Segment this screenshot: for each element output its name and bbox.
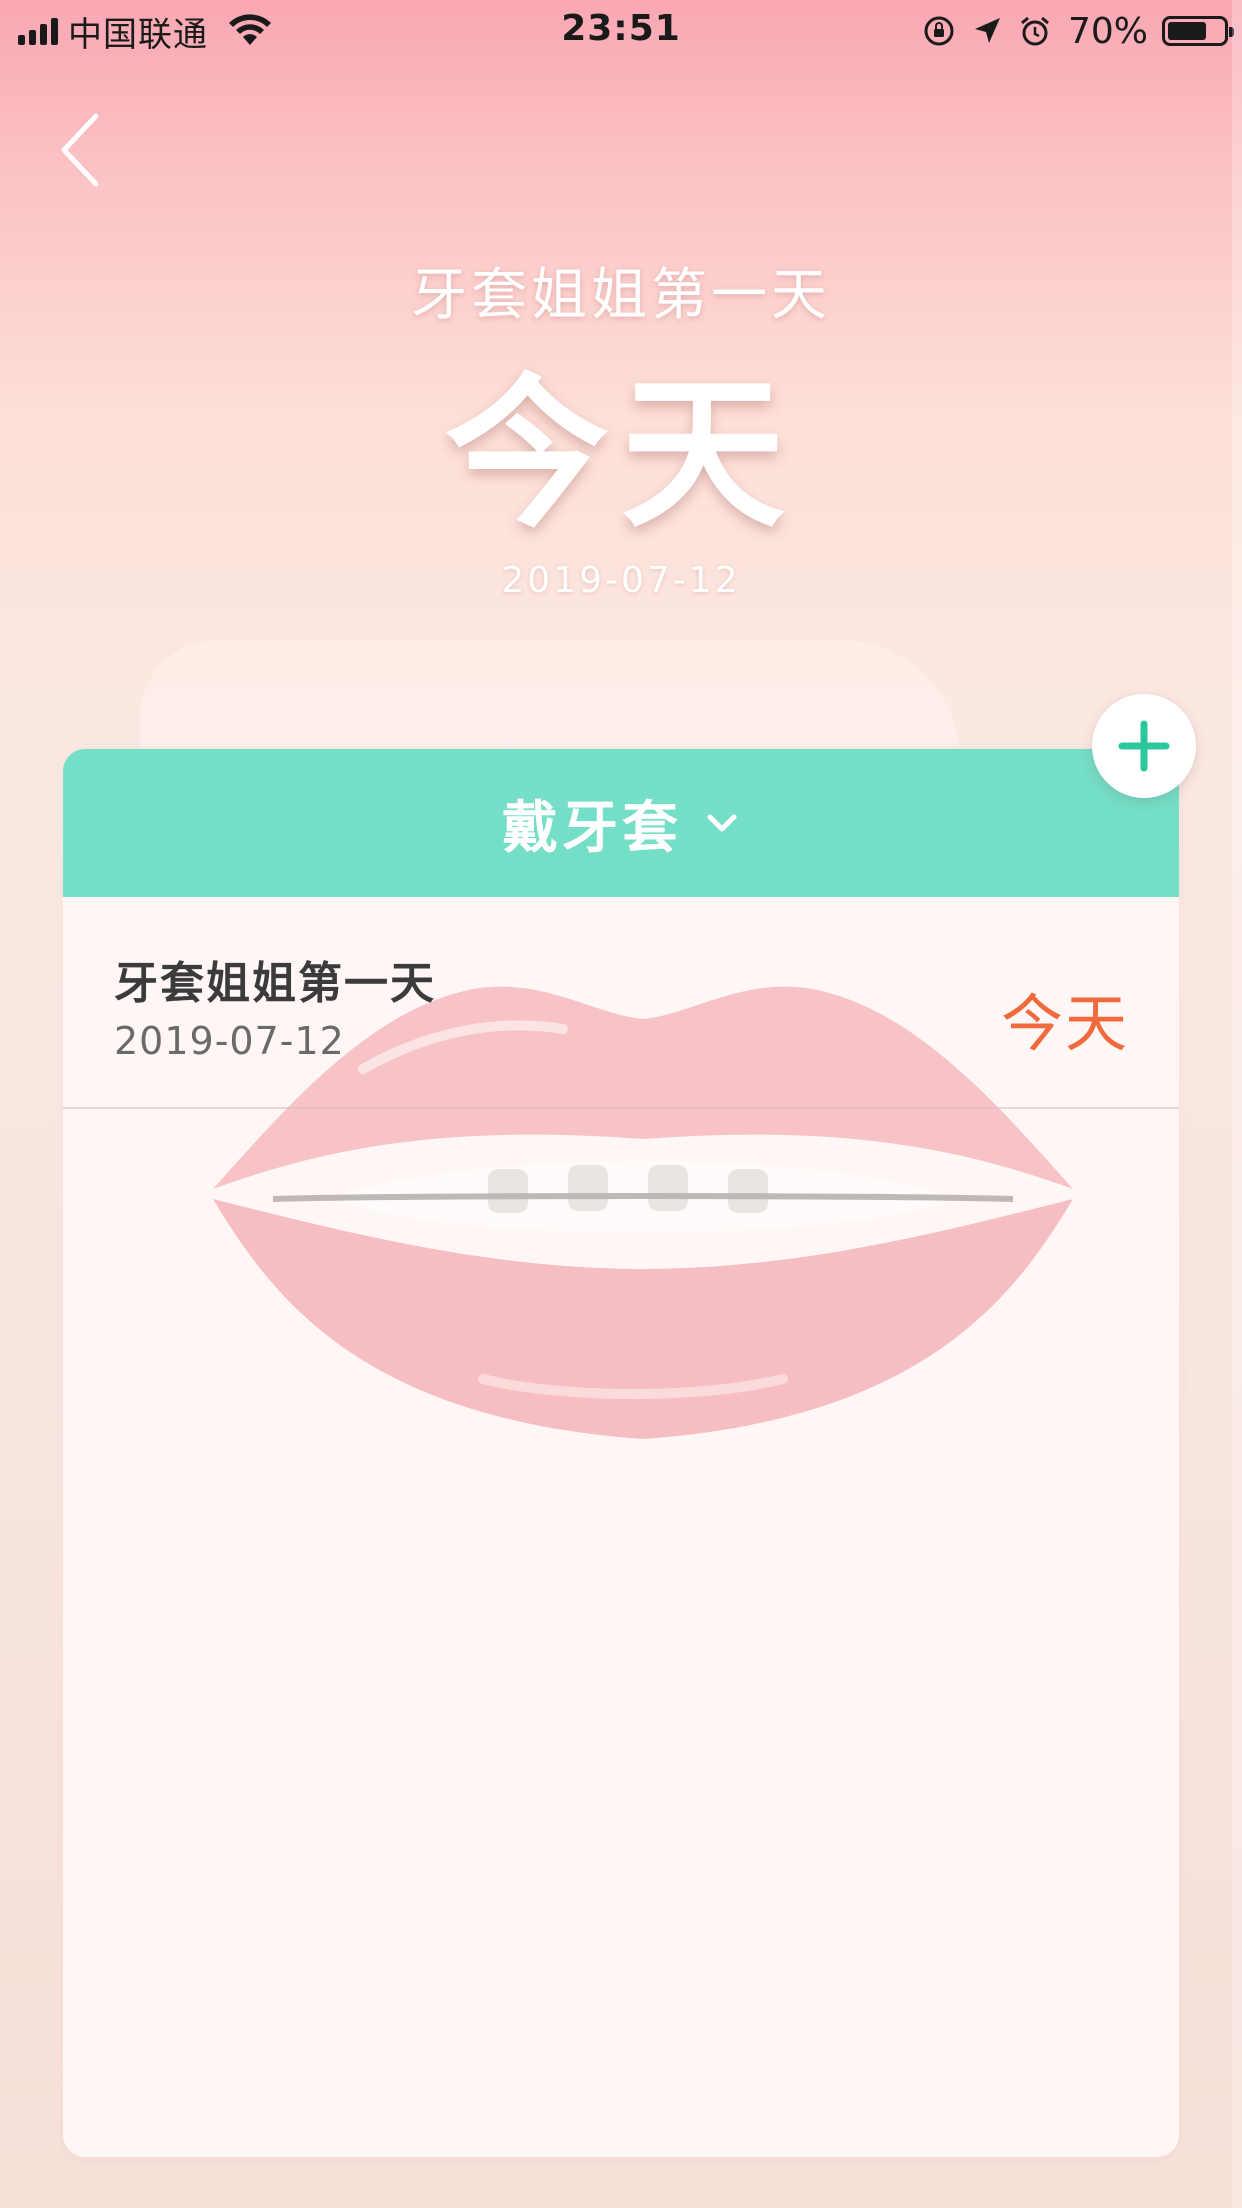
battery-icon xyxy=(1162,16,1234,46)
event-date: 2019-07-12 xyxy=(114,1019,345,1063)
plus-icon xyxy=(1118,720,1170,772)
status-bar: 中国联通 23:51 70% xyxy=(0,0,1242,62)
scroll-edge xyxy=(1232,0,1242,2208)
alarm-icon xyxy=(1021,16,1049,46)
location-icon xyxy=(974,18,1000,43)
status-right: 70% xyxy=(922,6,1234,56)
days-count: 今天 xyxy=(444,359,797,550)
event-card: 戴牙套 牙套姐姐第一天 2019-07-12 今天 xyxy=(63,749,1179,2157)
chevron-left-icon xyxy=(61,113,99,187)
back-button[interactable] xyxy=(52,110,112,190)
event-days: 今天 xyxy=(1000,987,1129,1060)
battery-percent: 70% xyxy=(1067,10,1148,52)
orientation-lock-icon xyxy=(924,16,954,46)
chevron-down-icon xyxy=(707,814,737,832)
page-date: 2019-07-12 xyxy=(501,560,741,601)
category-label: 戴牙套 xyxy=(502,795,682,861)
add-button[interactable] xyxy=(1092,694,1196,798)
category-selector[interactable]: 戴牙套 xyxy=(63,749,1179,897)
battery-fill xyxy=(1168,22,1206,40)
event-row[interactable]: 牙套姐姐第一天 2019-07-12 今天 xyxy=(63,897,1179,1109)
event-title: 牙套姐姐第一天 xyxy=(114,958,436,1009)
page-subtitle: 牙套姐姐第一天 xyxy=(411,263,831,328)
